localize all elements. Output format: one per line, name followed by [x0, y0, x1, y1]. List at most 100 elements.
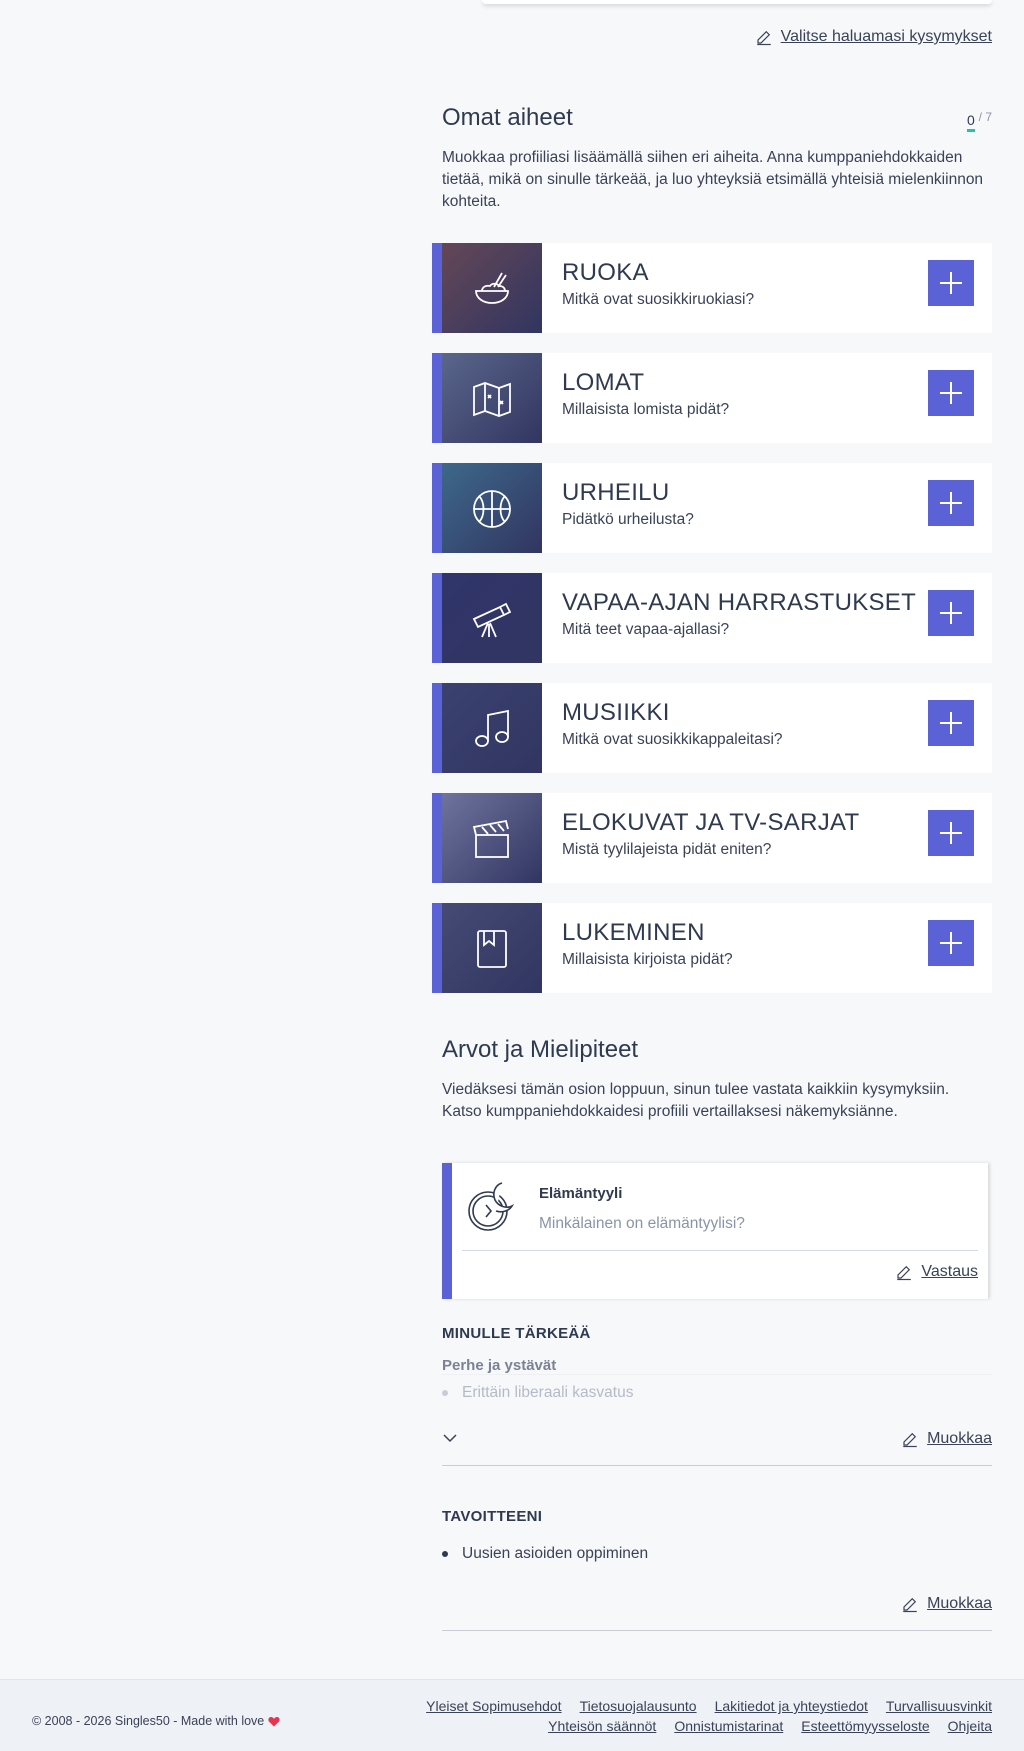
- topic-subtitle: Mitkä ovat suosikkiruokiasi?: [562, 291, 755, 308]
- book-icon: [477, 930, 507, 968]
- footer-link[interactable]: Yhteisön säännöt: [548, 1718, 656, 1734]
- footer-link[interactable]: Onnistumistarinat: [674, 1718, 783, 1734]
- profile-card-bottom-edge: [482, 0, 992, 4]
- bullet-icon: [442, 1551, 448, 1557]
- important-subheading: Perhe ja ystävät: [442, 1357, 557, 1374]
- add-topic-button[interactable]: [928, 810, 974, 856]
- select-questions-link[interactable]: Valitse haluamasi kysymykset: [755, 28, 992, 46]
- add-topic-button[interactable]: [928, 480, 974, 526]
- topic-card-ruoka[interactable]: RUOKA Mitkä ovat suosikkiruokiasi?: [432, 243, 992, 333]
- topic-text: MUSIIKKI Mitkä ovat suosikkikappaleitasi?: [542, 683, 928, 773]
- topic-thumbnail: [442, 793, 542, 883]
- topic-card-elokuvat-ja-tv-sarjat[interactable]: ELOKUVAT JA TV-SARJAT Mistä tyylilajeista…: [432, 793, 992, 883]
- footer-link[interactable]: Tietosuojalausunto: [580, 1698, 697, 1714]
- footer-link[interactable]: Turvallisuusvinkit: [886, 1698, 992, 1714]
- topic-card-vapaa-ajan-harrastukset[interactable]: VAPAA-AJAN HARRASTUKSET Mitä teet vapaa-a…: [432, 573, 992, 663]
- select-questions-label: Valitse haluamasi kysymykset: [780, 28, 992, 45]
- topic-card-musiikki[interactable]: MUSIIKKI Mitkä ovat suosikkikappaleitasi?: [432, 683, 992, 773]
- important-list: Erittäin liberaali kasvatus: [442, 1384, 992, 1416]
- map-icon: [473, 382, 511, 417]
- topic-text: LUKEMINEN Millaisista kirjoista pidät?: [542, 903, 928, 993]
- important-edit-link[interactable]: Muokkaa: [901, 1430, 992, 1448]
- topic-thumbnail: [442, 463, 542, 553]
- heart-icon: [268, 1716, 280, 1726]
- goals-edit-label: Muokkaa: [927, 1595, 992, 1612]
- values-description: Viedäksesi tämän osion loppuun, sinun tu…: [442, 1081, 950, 1120]
- copyright-text: © 2008 - 2026 Singles50 - Made with love: [32, 1714, 265, 1728]
- values-title: Arvot ja Mielipiteet: [442, 1036, 639, 1063]
- answer-link[interactable]: Vastaus: [895, 1263, 978, 1281]
- topic-subtitle: Pidätkö urheilusta?: [562, 511, 694, 528]
- important-heading: MINULLE TÄRKEÄÄ: [442, 1325, 591, 1342]
- footer: © 2008 - 2026 Singles50 - Made with love…: [0, 1679, 1024, 1751]
- topic-text: RUOKA Mitkä ovat suosikkiruokiasi?: [542, 243, 928, 333]
- chevron-down-icon[interactable]: [442, 1430, 458, 1446]
- topic-text: VAPAA-AJAN HARRASTUKSET Mitä teet vapaa-a…: [542, 573, 928, 663]
- footer-link[interactable]: Esteettömyysseloste: [801, 1718, 929, 1734]
- topic-subtitle: Mistä tyylilajeista pidät eniten?: [562, 841, 772, 858]
- topic-accent-bar: [432, 243, 442, 333]
- topics-header: Omat aiheet 0 / 7: [442, 104, 992, 134]
- food-icon: [475, 272, 509, 304]
- clapperboard-icon: [472, 819, 509, 858]
- goals-heading: TAVOITTEENI: [442, 1508, 543, 1525]
- copyright: © 2008 - 2026 Singles50 - Made with love: [32, 1714, 280, 1728]
- topics-counter-total: / 7: [978, 110, 992, 124]
- topic-card-urheilu[interactable]: URHEILU Pidätkö urheilusta?: [432, 463, 992, 553]
- important-list-item: Erittäin liberaali kasvatus: [442, 1384, 992, 1402]
- topic-title: LOMAT: [562, 369, 645, 396]
- topics-description: Muokkaa profiiliasi lisäämällä siihen er…: [442, 149, 984, 210]
- question-subtitle: Minkälainen on elämäntyylisi?: [539, 1215, 745, 1232]
- important-divider: [442, 1465, 992, 1466]
- topic-subtitle: Millaisista lomista pidät?: [562, 401, 730, 418]
- goals-edit-link[interactable]: Muokkaa: [901, 1595, 992, 1613]
- bullet-icon: [442, 1390, 448, 1396]
- topic-title: MUSIIKKI: [562, 699, 670, 726]
- pencil-icon: [756, 30, 771, 46]
- topic-subtitle: Mitkä ovat suosikkikappaleitasi?: [562, 731, 783, 748]
- add-topic-button[interactable]: [928, 370, 974, 416]
- important-subdivider: [442, 1374, 992, 1375]
- question-divider: [462, 1250, 978, 1251]
- topic-card-lukeminen[interactable]: LUKEMINEN Millaisista kirjoista pidät?: [432, 903, 992, 993]
- music-note-icon: [475, 709, 509, 747]
- important-edit-label: Muokkaa: [927, 1430, 992, 1447]
- important-item-text: Erittäin liberaali kasvatus: [462, 1384, 634, 1401]
- topics-title: Omat aiheet: [442, 104, 573, 131]
- pencil-icon: [903, 1432, 917, 1448]
- topic-thumbnail: [442, 683, 542, 773]
- goals-divider: [442, 1630, 992, 1631]
- telescope-icon: [472, 602, 512, 638]
- add-topic-button[interactable]: [928, 590, 974, 636]
- topic-accent-bar: [432, 573, 442, 663]
- footer-links-row2: Yhteisön säännöt Onnistumistarinat Esteett…: [530, 1718, 992, 1734]
- topic-title: RUOKA: [562, 259, 649, 286]
- topic-title: ELOKUVAT JA TV-SARJAT: [562, 809, 860, 836]
- answer-link-label: Vastaus: [921, 1263, 978, 1280]
- goals-list-item: Uusien asioiden oppiminen: [442, 1545, 648, 1563]
- topic-title: URHEILU: [562, 479, 670, 506]
- topic-thumbnail: [442, 243, 542, 333]
- question-card-accent-bar: [442, 1163, 452, 1299]
- topic-thumbnail: [442, 573, 542, 663]
- topic-title: LUKEMINEN: [562, 919, 705, 946]
- footer-links-row1: Yleiset Sopimusehdot Tietosuojalausunto La…: [408, 1698, 992, 1714]
- add-topic-button[interactable]: [928, 920, 974, 966]
- topic-accent-bar: [432, 683, 442, 773]
- goals-item-text: Uusien asioiden oppiminen: [462, 1545, 649, 1562]
- topic-thumbnail: [442, 353, 542, 443]
- footer-link[interactable]: Yleiset Sopimusehdot: [426, 1698, 561, 1714]
- question-card-lifestyle[interactable]: Elämäntyyli Minkälainen on elämäntyylisi…: [442, 1163, 988, 1299]
- topic-text: LOMAT Millaisista lomista pidät?: [542, 353, 928, 443]
- topic-card-lomat[interactable]: LOMAT Millaisista lomista pidät?: [432, 353, 992, 443]
- basketball-icon: [473, 490, 511, 528]
- footer-link[interactable]: Ohjeita: [948, 1718, 992, 1734]
- topic-subtitle: Mitä teet vapaa-ajallasi?: [562, 621, 730, 638]
- add-topic-button[interactable]: [928, 700, 974, 746]
- moon-clock-icon: [468, 1182, 515, 1231]
- pencil-icon: [897, 1265, 912, 1281]
- add-topic-button[interactable]: [928, 260, 974, 306]
- topics-counter-current: 0: [966, 112, 975, 132]
- topic-title: VAPAA-AJAN HARRASTUKSET: [562, 589, 917, 616]
- footer-link[interactable]: Lakitiedot ja yhteystiedot: [715, 1698, 868, 1714]
